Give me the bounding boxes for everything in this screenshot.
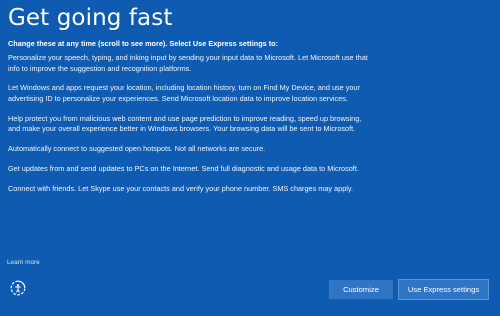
page-title: Get going fast bbox=[8, 5, 173, 31]
learn-more-link[interactable]: Learn more bbox=[7, 259, 40, 266]
ease-of-access-icon[interactable] bbox=[9, 279, 27, 297]
paragraph-location: Let Windows and apps request your locati… bbox=[8, 83, 360, 103]
paragraph-updates: Get updates from and send updates to PCs… bbox=[8, 163, 359, 173]
settings-description[interactable]: Change these at any time (scroll to see … bbox=[8, 39, 370, 247]
use-express-settings-button[interactable]: Use Express settings bbox=[398, 279, 489, 300]
paragraph-skype: Connect with friends. Let Skype use your… bbox=[8, 183, 354, 193]
paragraph-speech: Personalize your speech, typing, and ink… bbox=[8, 53, 368, 73]
paragraph-browser: Help protect you from malicious web cont… bbox=[8, 113, 362, 133]
lead-text: Change these at any time (scroll to see … bbox=[8, 39, 279, 48]
setup-screen: Get going fast Change these at any time … bbox=[0, 0, 500, 316]
paragraph-hotspots: Automatically connect to suggested open … bbox=[8, 143, 266, 153]
customize-button[interactable]: Customize bbox=[329, 280, 393, 299]
